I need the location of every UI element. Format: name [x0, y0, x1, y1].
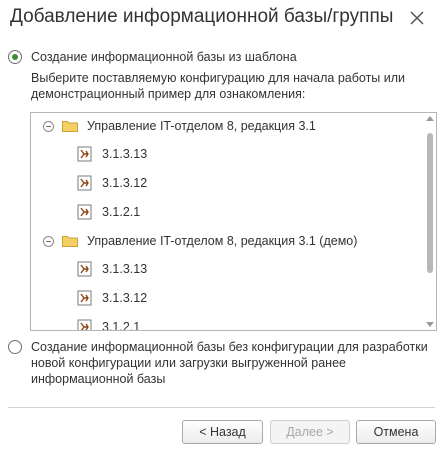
configuration-icon — [77, 146, 92, 162]
tree-item[interactable]: 3.1.2.1 — [77, 319, 141, 331]
tree-item-label: 3.1.2.1 — [102, 320, 141, 331]
tree-item-label: 3.1.3.13 — [102, 147, 148, 161]
option-empty-label: Создание информационной базы без конфигу… — [31, 340, 428, 386]
collapse-icon[interactable] — [43, 120, 54, 132]
tree-item[interactable]: 3.1.3.12 — [77, 290, 147, 306]
tree-group-2[interactable]: Управление IT-отделом 8, редакция 3.1 (д… — [43, 234, 357, 248]
configuration-icon — [77, 261, 92, 277]
dialog-title: Добавление информационной базы/группы — [10, 6, 394, 27]
folder-icon — [62, 121, 78, 132]
template-hint: Выберите поставляемую конфигурацию для н… — [31, 71, 406, 101]
tree-item-label: 3.1.3.12 — [102, 176, 148, 190]
tree-group-1[interactable]: Управление IT-отделом 8, редакция 3.1 — [43, 119, 316, 133]
configuration-icon — [77, 175, 92, 191]
folder-icon — [62, 236, 78, 247]
cancel-button[interactable]: Отмена — [356, 420, 436, 444]
tree-item[interactable]: 3.1.3.12 — [77, 175, 147, 191]
scroll-up-icon[interactable] — [426, 116, 434, 121]
radio-empty[interactable] — [8, 340, 22, 354]
tree-item[interactable]: 3.1.3.13 — [77, 261, 147, 277]
tree-item[interactable]: 3.1.2.1 — [77, 204, 140, 220]
configuration-icon — [77, 319, 92, 330]
collapse-icon[interactable] — [43, 235, 54, 247]
option-from-template[interactable]: Создание информационной базы из шаблона — [8, 49, 297, 65]
template-tree[interactable]: Управление IT-отделом 8, редакция 3.1 3.… — [30, 112, 437, 331]
configuration-icon — [77, 290, 92, 306]
back-button[interactable]: < Назад — [182, 420, 263, 444]
configuration-icon — [77, 204, 92, 220]
tree-scrollbar[interactable] — [424, 113, 436, 330]
tree-item-label: 3.1.3.13 — [102, 262, 148, 276]
tree-item-label: 3.1.3.12 — [102, 291, 148, 305]
divider — [8, 407, 435, 408]
tree-group-1-label: Управление IT-отделом 8, редакция 3.1 — [87, 119, 316, 133]
scroll-down-icon[interactable] — [426, 322, 434, 327]
scrollbar-thumb[interactable] — [427, 133, 433, 273]
radio-from-template[interactable] — [8, 50, 22, 64]
tree-group-2-label: Управление IT-отделом 8, редакция 3.1 (д… — [87, 234, 358, 248]
option-empty[interactable]: Создание информационной базы без конфигу… — [8, 339, 433, 387]
next-button[interactable]: Далее > — [270, 420, 350, 444]
tree-item[interactable]: 3.1.3.13 — [77, 146, 147, 162]
option-from-template-label: Создание информационной базы из шаблона — [31, 50, 297, 64]
tree-item-label: 3.1.2.1 — [102, 205, 141, 219]
close-icon[interactable] — [405, 6, 429, 30]
